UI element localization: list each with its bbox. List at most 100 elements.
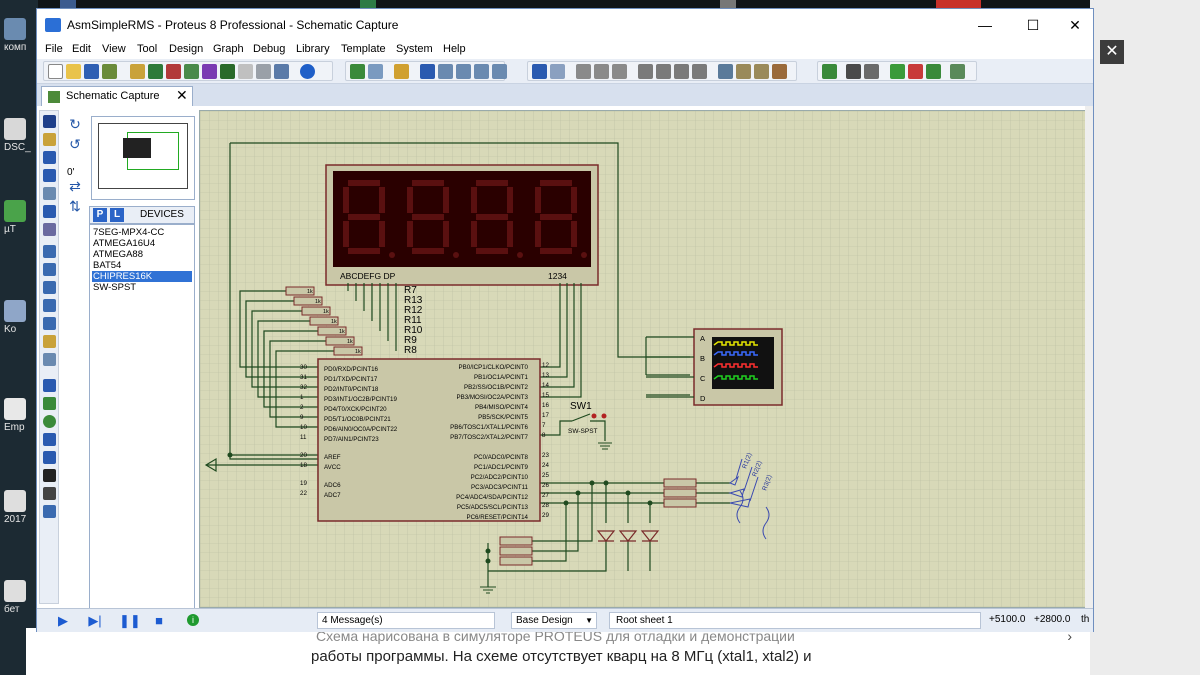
- zoom-in-icon[interactable]: [438, 64, 453, 79]
- block-rotate-icon[interactable]: [674, 64, 689, 79]
- schematic-icon[interactable]: [148, 64, 163, 79]
- menu-template[interactable]: Template: [341, 43, 386, 55]
- menu-help[interactable]: Help: [443, 43, 466, 55]
- junction-mode-icon[interactable]: [43, 151, 56, 164]
- cut-icon[interactable]: [576, 64, 591, 79]
- decompose-icon[interactable]: [772, 64, 787, 79]
- bottom-resistors[interactable]: [499, 536, 533, 566]
- source-code-icon[interactable]: [238, 64, 253, 79]
- menu-view[interactable]: View: [102, 43, 126, 55]
- path-tool-icon[interactable]: [43, 451, 56, 464]
- zoom-all-icon[interactable]: [474, 64, 489, 79]
- redo-icon[interactable]: [550, 64, 565, 79]
- stop-icon[interactable]: ■: [151, 613, 167, 629]
- list-item[interactable]: ATMEGA16U4: [92, 238, 192, 249]
- property-assign-icon[interactable]: [864, 64, 879, 79]
- pick-devices-button[interactable]: P: [93, 208, 107, 222]
- wire-autorouter-icon[interactable]: [822, 64, 837, 79]
- pause-icon[interactable]: ❚❚: [119, 613, 141, 629]
- undo-icon[interactable]: [532, 64, 547, 79]
- select-mode-icon[interactable]: [43, 115, 56, 128]
- pcb-icon[interactable]: [166, 64, 181, 79]
- desktop-icon-ko[interactable]: Ko: [4, 300, 34, 335]
- menu-graph[interactable]: Graph: [213, 43, 244, 55]
- design-properties-icon[interactable]: [274, 64, 289, 79]
- desktop-icon-bet[interactable]: бет: [4, 580, 34, 615]
- close-icon[interactable]: ✕: [176, 87, 188, 104]
- design-select[interactable]: Base Design ▼: [511, 612, 597, 629]
- pan-icon[interactable]: [420, 64, 435, 79]
- gerber-icon[interactable]: [184, 64, 199, 79]
- menu-design[interactable]: Design: [169, 43, 203, 55]
- save-icon[interactable]: [84, 64, 99, 79]
- design-explorer-icon[interactable]: [202, 64, 217, 79]
- list-item[interactable]: 7SEG-MPX4-CC: [92, 227, 192, 238]
- maximize-button[interactable]: ☐: [1015, 9, 1051, 41]
- device-pins-mode-icon[interactable]: [43, 263, 56, 276]
- menu-tool[interactable]: Tool: [137, 43, 157, 55]
- generator-mode-icon[interactable]: [43, 317, 56, 330]
- step-icon[interactable]: ▶|: [87, 613, 103, 629]
- menu-library[interactable]: Library: [296, 43, 330, 55]
- box-tool-icon[interactable]: [43, 397, 56, 410]
- tape-recorder-icon[interactable]: [43, 299, 56, 312]
- subcircuit-mode-icon[interactable]: [43, 223, 56, 236]
- overview-window[interactable]: [91, 116, 195, 200]
- make-device-icon[interactable]: [736, 64, 751, 79]
- list-item[interactable]: ATMEGA88: [92, 249, 192, 260]
- import-icon[interactable]: [102, 64, 117, 79]
- new-file-icon[interactable]: [48, 64, 63, 79]
- origin-icon[interactable]: [394, 64, 409, 79]
- minimize-button[interactable]: —: [967, 9, 1003, 41]
- list-item[interactable]: SW-SPST: [92, 282, 192, 293]
- desktop-icon-ut[interactable]: µT: [4, 200, 34, 235]
- close-button[interactable]: ✕: [1057, 9, 1093, 41]
- zoom-area-icon[interactable]: [492, 64, 507, 79]
- vertical-scrollbar[interactable]: [1085, 106, 1093, 608]
- desktop-icon-computer[interactable]: комп: [4, 18, 34, 53]
- bom-icon[interactable]: [220, 64, 235, 79]
- list-item[interactable]: BAT54: [92, 260, 192, 271]
- message-count[interactable]: 4 Message(s): [317, 612, 495, 629]
- remove-sheet-icon[interactable]: [908, 64, 923, 79]
- block-move-icon[interactable]: [656, 64, 671, 79]
- block-delete-icon[interactable]: [692, 64, 707, 79]
- rotate-anticlockwise-icon[interactable]: ↺: [67, 136, 83, 152]
- circle-tool-icon[interactable]: [43, 415, 56, 428]
- help-icon[interactable]: [300, 64, 315, 79]
- zoom-out-icon[interactable]: [456, 64, 471, 79]
- home-icon[interactable]: [130, 64, 145, 79]
- menu-debug[interactable]: Debug: [253, 43, 285, 55]
- search-tag-icon[interactable]: [846, 64, 861, 79]
- block-copy-icon[interactable]: [638, 64, 653, 79]
- package-tool-icon[interactable]: [754, 64, 769, 79]
- mirror-vertical-icon[interactable]: ⇅: [67, 198, 83, 214]
- atmega88-chip[interactable]: 30 PD0/RXD/PCINT16 31 PD1/TXD/PCINT17 32 PD2/…: [300, 358, 549, 522]
- symbol-tool-icon[interactable]: [43, 487, 56, 500]
- menu-file[interactable]: File: [45, 43, 63, 55]
- component-mode-icon[interactable]: [43, 133, 56, 146]
- mirror-horizontal-icon[interactable]: ⇄: [67, 178, 83, 194]
- new-sheet-icon[interactable]: [890, 64, 905, 79]
- notes-icon[interactable]: [256, 64, 271, 79]
- exit-to-parent-icon[interactable]: [926, 64, 941, 79]
- info-icon[interactable]: i: [187, 614, 199, 626]
- bus-mode-icon[interactable]: [43, 205, 56, 218]
- paste-icon[interactable]: [612, 64, 627, 79]
- pick-device-icon[interactable]: [718, 64, 733, 79]
- menu-edit[interactable]: Edit: [72, 43, 91, 55]
- graph-mode-icon[interactable]: [43, 281, 56, 294]
- close-icon[interactable]: ✕: [1100, 40, 1124, 64]
- line-tool-icon[interactable]: [43, 379, 56, 392]
- schematic-canvas[interactable]: ABCDEFG DP 1234 R7 R13 R12 R11 R10 R9 R8…: [199, 110, 1089, 608]
- list-item-selected[interactable]: CHIPRES16K: [92, 271, 192, 282]
- arc-tool-icon[interactable]: [43, 433, 56, 446]
- terminals-mode-icon[interactable]: [43, 245, 56, 258]
- refresh-icon[interactable]: [350, 64, 365, 79]
- seven-segment-display[interactable]: ABCDEFG DP 1234: [325, 164, 599, 286]
- rotate-clockwise-icon[interactable]: ↻: [67, 116, 83, 132]
- open-folder-icon[interactable]: [66, 64, 81, 79]
- grid-icon[interactable]: [368, 64, 383, 79]
- netlist-icon[interactable]: [950, 64, 965, 79]
- marker-tool-icon[interactable]: [43, 505, 56, 518]
